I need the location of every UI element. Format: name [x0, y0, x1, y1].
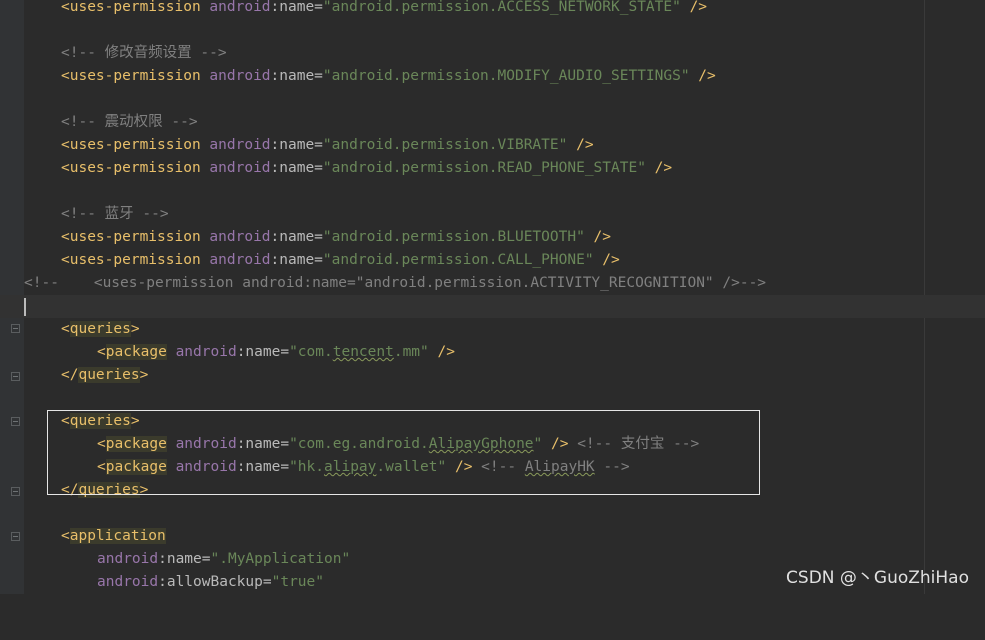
- code-line[interactable]: <uses-permission android:name="android.p…: [0, 65, 985, 88]
- code-line[interactable]: <uses-permission android:name="android.p…: [0, 157, 985, 180]
- xml-bracket: </: [61, 367, 79, 383]
- xml-comment: <!-- 蓝牙 -->: [61, 206, 169, 222]
- xml-bracket: <: [97, 344, 106, 360]
- xml-attr: :name=: [270, 137, 323, 153]
- xml-namespace: android: [97, 574, 159, 590]
- xml-namespace: android: [209, 0, 271, 15]
- xml-value: "android.permission.ACCESS_NETWORK_STATE…: [322, 0, 681, 15]
- xml-tag: application: [69, 528, 166, 544]
- xml-namespace: android: [209, 229, 271, 245]
- xml-tag: <uses-permission: [61, 0, 201, 15]
- xml-attr: :name=: [270, 68, 323, 84]
- xml-comment: <!-- 震动权限 -->: [61, 114, 198, 130]
- xml-namespace: android: [209, 160, 271, 176]
- code-line[interactable]: <!-- <uses-permission android:name="andr…: [0, 272, 985, 295]
- code-line[interactable]: <uses-permission android:name="android.p…: [0, 249, 985, 272]
- xml-attr: :name=: [270, 229, 323, 245]
- xml-value: "android.permission.MODIFY_AUDIO_SETTING…: [322, 68, 690, 84]
- xml-namespace: android: [97, 551, 159, 567]
- xml-tag: <uses-permission: [61, 137, 201, 153]
- xml-attr: :name=: [236, 344, 290, 360]
- xml-tag-end: />: [428, 344, 455, 360]
- xml-attr: :name=: [270, 252, 323, 268]
- xml-value: .mm": [393, 344, 429, 360]
- xml-value: "android.permission.VIBRATE": [322, 137, 568, 153]
- code-line[interactable]: <package android:name="com.tencent.mm" /…: [0, 341, 985, 364]
- xml-tag-end: />: [567, 137, 594, 153]
- xml-tag-end: />: [689, 68, 716, 84]
- spellcheck-word: tencent: [332, 344, 394, 360]
- code-line[interactable]: <!-- 修改音频设置 -->: [0, 42, 985, 65]
- current-line[interactable]: [0, 295, 985, 318]
- xml-tag: package: [105, 344, 167, 360]
- xml-attr: :name=: [158, 551, 211, 567]
- xml-value: ".MyApplication": [210, 551, 351, 567]
- xml-namespace: android: [209, 252, 271, 268]
- xml-bracket: >: [139, 367, 149, 383]
- xml-tag-end: />: [645, 160, 673, 176]
- xml-bracket: <: [61, 321, 70, 337]
- code-line[interactable]: </queries>: [0, 364, 985, 387]
- xml-tag: <uses-permission: [61, 229, 201, 245]
- xml-namespace: android: [209, 68, 271, 84]
- xml-tag: <uses-permission: [61, 252, 201, 268]
- code-line[interactable]: <uses-permission android:name="android.p…: [0, 134, 985, 157]
- xml-comment: <!-- 修改音频设置 -->: [61, 45, 227, 61]
- xml-tag: <uses-permission: [61, 68, 201, 84]
- highlight-box: [47, 410, 760, 495]
- xml-tag: queries: [69, 321, 131, 337]
- xml-tag-end: />: [593, 252, 620, 268]
- code-line[interactable]: <uses-permission android:name="android.p…: [0, 226, 985, 249]
- xml-attr: :allowBackup=: [158, 574, 272, 590]
- code-line[interactable]: <uses-permission android:name="android.p…: [0, 0, 985, 19]
- xml-comment: <!-- <uses-permission android:name="andr…: [24, 275, 767, 291]
- xml-value: "android.permission.READ_PHONE_STATE": [322, 160, 646, 176]
- xml-value: "android.permission.BLUETOOTH": [322, 229, 585, 245]
- xml-attr: :name=: [270, 0, 323, 15]
- xml-value: "android.permission.CALL_PHONE": [322, 252, 594, 268]
- xml-namespace: android: [209, 137, 271, 153]
- text-caret: [24, 298, 26, 316]
- code-editor[interactable]: <uses-permission android:name="android.p…: [0, 0, 985, 594]
- xml-namespace: android: [175, 344, 237, 360]
- code-line[interactable]: <!-- 蓝牙 -->: [0, 203, 985, 226]
- xml-bracket: >: [130, 321, 140, 337]
- code-line[interactable]: <application: [0, 525, 985, 548]
- watermark: CSDN @丶GuoZhiHao: [786, 568, 969, 588]
- xml-value: "true": [271, 574, 324, 590]
- xml-bracket: <: [61, 528, 70, 544]
- xml-attr: :name=: [270, 160, 323, 176]
- xml-tag-end: />: [680, 0, 708, 15]
- xml-tag-end: />: [584, 229, 612, 245]
- code-line[interactable]: <queries>: [0, 318, 985, 341]
- xml-tag: <uses-permission: [61, 160, 201, 176]
- xml-value: "com.: [289, 344, 333, 360]
- code-line[interactable]: <!-- 震动权限 -->: [0, 111, 985, 134]
- xml-tag: queries: [78, 367, 140, 383]
